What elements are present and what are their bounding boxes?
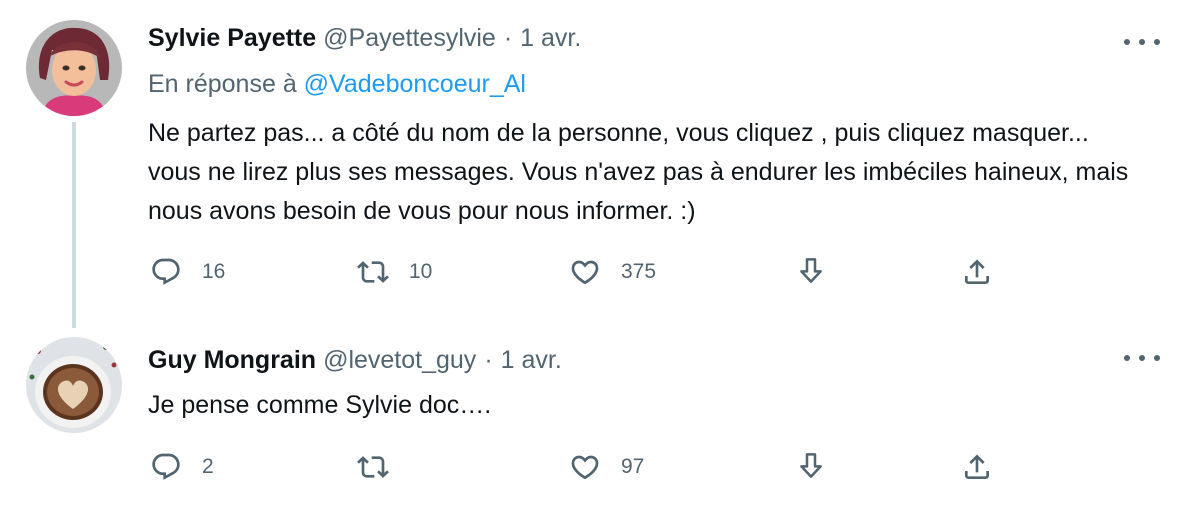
dot xyxy=(1124,39,1130,45)
dot xyxy=(1139,355,1145,361)
author-handle[interactable]: @levetot_guy xyxy=(323,346,476,375)
share-button[interactable] xyxy=(961,256,993,288)
separator-dot: · xyxy=(503,24,513,52)
tweet-date[interactable]: 1 avr. xyxy=(520,24,581,53)
reply-icon xyxy=(152,258,180,285)
like-count: 97 xyxy=(621,455,645,478)
download-icon xyxy=(800,258,822,283)
reply-count: 2 xyxy=(202,455,214,478)
more-options-icon[interactable] xyxy=(1124,346,1160,370)
download-icon xyxy=(800,453,822,478)
share-icon xyxy=(965,454,989,479)
separator-dot: · xyxy=(484,346,493,374)
retweet-button[interactable] xyxy=(357,451,409,483)
like-icon xyxy=(571,455,599,480)
dot xyxy=(1124,355,1130,361)
dot xyxy=(1139,39,1145,45)
retweet-button[interactable]: 10 xyxy=(357,256,432,288)
download-button[interactable] xyxy=(795,256,827,288)
like-icon xyxy=(571,260,599,285)
retweet-count: 10 xyxy=(409,260,433,283)
tweet-date[interactable]: 1 avr. xyxy=(501,346,562,375)
avatar[interactable] xyxy=(26,337,122,433)
share-icon xyxy=(965,259,989,284)
reply-prefix: En réponse à xyxy=(148,70,297,98)
reply-button[interactable]: 16 xyxy=(150,256,225,288)
author-handle[interactable]: @Payettesylvie xyxy=(323,24,496,53)
like-button[interactable]: 375 xyxy=(569,256,656,288)
retweet-icon xyxy=(357,456,389,478)
author-name[interactable]: Guy Mongrain xyxy=(148,346,316,375)
dot xyxy=(1154,355,1160,361)
tweet-header: Guy Mongrain @levetot_guy · 1 avr. xyxy=(148,346,562,375)
like-button[interactable]: 97 xyxy=(569,451,644,483)
more-options-icon[interactable] xyxy=(1124,30,1160,54)
like-count: 375 xyxy=(621,260,657,283)
reply-count: 16 xyxy=(202,260,226,283)
share-button[interactable] xyxy=(961,451,993,483)
avatar[interactable] xyxy=(26,20,122,116)
tweet-header: Sylvie Payette @Payettesylvie · 1 avr. xyxy=(148,24,581,53)
thread-connector-line xyxy=(72,122,76,328)
reply-button[interactable]: 2 xyxy=(150,451,214,483)
retweet-icon xyxy=(357,261,389,283)
author-name[interactable]: Sylvie Payette xyxy=(148,24,316,53)
tweet-text: Ne partez pas... a côté du nom de la per… xyxy=(148,119,1129,225)
reply-handle-link[interactable]: @Vadeboncoeur_Al xyxy=(304,70,526,98)
reply-icon xyxy=(152,453,180,480)
dot xyxy=(1154,39,1160,45)
tweet-text: Je pense comme Sylvie doc…. xyxy=(148,391,492,419)
reply-context: En réponse à @Vadeboncoeur_Al xyxy=(148,70,526,99)
download-button[interactable] xyxy=(795,451,827,483)
